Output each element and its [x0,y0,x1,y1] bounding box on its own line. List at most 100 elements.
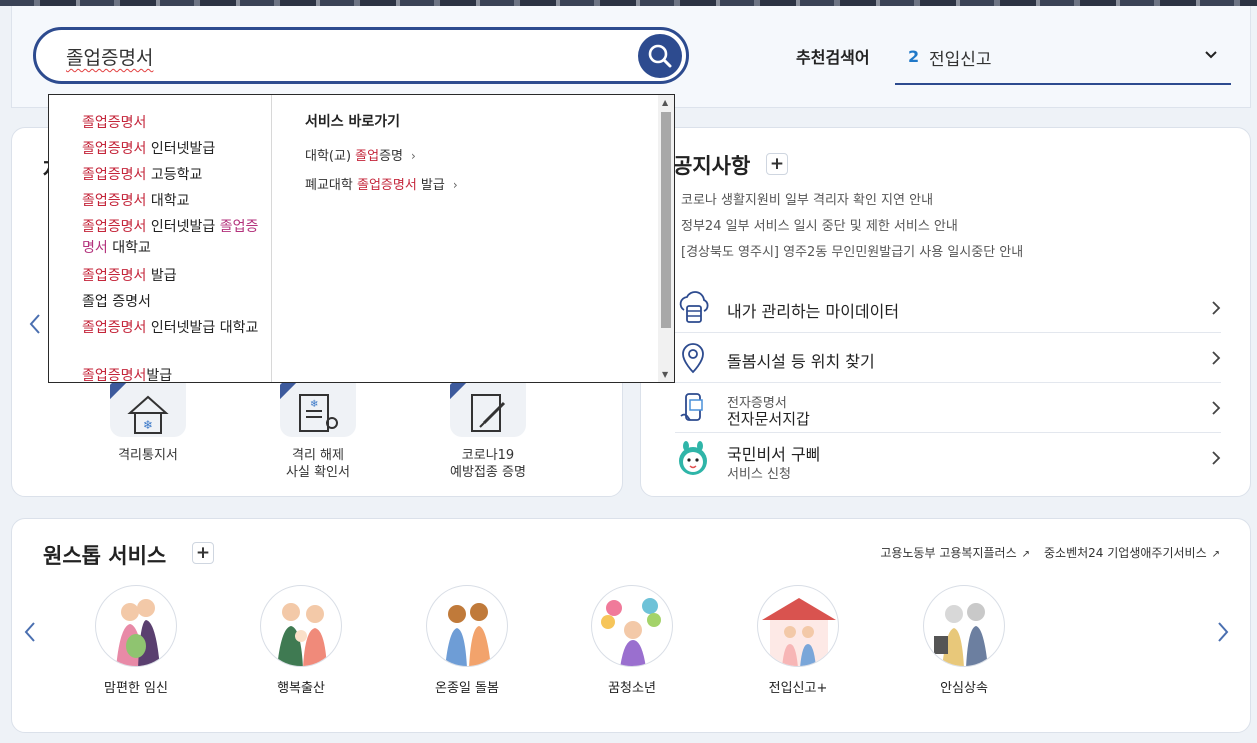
highlight-text: 졸업증명서 [82,193,147,209]
childbirth-illustration-icon [260,585,342,667]
chevron-right-icon [1212,351,1221,365]
onestop-item[interactable]: 안심상속 [894,585,1034,696]
recommend-term[interactable]: 전입신고 [929,45,992,70]
suggestion-item[interactable]: 졸업증명서 인터넷발급 졸업증명서 대학교 [82,217,267,259]
onestop-item[interactable]: 맘편한 임신 [66,585,206,696]
phone-document-icon [680,393,703,421]
suggestion-item[interactable]: 졸업증명서 대학교 [82,191,267,212]
external-link-label: 중소벤처24 기업생애주기서비스 [1044,546,1207,560]
chevron-right-icon: › [452,178,458,192]
cert-item[interactable]: ❄ 격리 해제 사실 확인서 [258,373,378,481]
notice-title: 공지사항 [673,154,751,178]
notice-card: 공지사항 + 코로나 생활지원비 일부 격리자 확인 지연 안내 정부24 일부… [640,127,1251,497]
cert-item[interactable]: ❄ 격리통지서 [88,373,208,464]
plain-text: 고등학교 [146,167,203,183]
service-shortcut-link[interactable]: 대학(교) 졸업증명 › [305,145,458,164]
location-pin-icon [682,343,704,374]
plain-text: 대학교 [107,240,151,256]
suggestion-item[interactable]: 졸업증명서 발급 [82,266,267,287]
onestop-item-label: 행복출산 [277,681,325,696]
service-shortcuts: 서비스 바로가기 대학(교) 졸업증명 › 폐교대학 졸업증명서 발급 › [305,111,458,203]
external-link[interactable]: 중소벤처24 기업생애주기서비스 ↗ [1044,544,1220,561]
search-button[interactable] [638,34,682,78]
external-link[interactable]: 고용노동부 고용복지플러스 ↗ [880,544,1030,561]
highlight-text: 졸업증명서 [82,141,147,157]
suggestion-item[interactable]: 졸업증명서 고등학교 [82,165,267,186]
chevron-down-icon[interactable] [1203,47,1219,63]
cert-label-line1: 코로나19 [461,448,515,463]
onestop-item[interactable]: 행복출산 [231,585,371,696]
onestop-item-label: 맘편한 임신 [104,681,168,696]
chevron-right-icon: › [411,149,416,163]
plain-text: 대학(교) [305,149,356,164]
highlight-text: 졸업증명서 [82,268,147,284]
carousel-prev-icon[interactable] [23,621,37,643]
suggestion-item[interactable]: 졸업증명서 인터넷발급 대학교 [82,318,267,339]
cert-item[interactable]: 코로나19 예방접종 증명 [428,373,548,481]
quick-service-title: 돌봄시설 등 위치 찾기 [727,352,875,371]
carousel-prev-icon[interactable] [28,313,42,335]
external-arrow-icon: ↗ [1211,549,1220,560]
suggestion-item[interactable]: 졸업 증명서 [82,292,267,313]
highlight-text: 졸업증명서 [82,115,147,131]
highlight-text: 졸업증명서 [82,219,147,235]
gubbi-mascot-icon [679,441,707,475]
svg-text:❄: ❄ [310,399,318,410]
chevron-right-icon [1212,451,1221,465]
notice-more-button[interactable]: + [766,153,788,175]
plain-text: 인터넷발급 [146,141,216,157]
suggestion-item[interactable]: 졸업증명서 [82,113,267,134]
onestop-item[interactable]: 전입신고+ [728,585,868,696]
quick-service-sub: 서비스 신청 [727,467,791,482]
search-box[interactable]: 졸업증명서 [33,27,689,84]
inheritance-illustration-icon [923,585,1005,667]
scrollbar-thumb[interactable] [661,112,671,328]
onestop-item-label: 온종일 돌봄 [435,681,499,696]
cert-label-line2: 사실 확인서 [286,465,350,480]
external-arrow-icon: ↗ [1021,549,1030,560]
suggestion-item[interactable]: 졸업증명서 인터넷발급 [82,139,267,160]
onestop-item-label: 꿈청소년 [608,681,656,696]
carousel-next-icon[interactable] [1216,621,1230,643]
quick-service-secretary[interactable]: 국민비서 구삐 서비스 신청 [675,433,1221,483]
dropdown-scrollbar[interactable]: ▲ ▼ [658,95,674,382]
quick-service-title: 국민비서 구삐 [727,445,821,464]
highlight-text: 졸업증명서 [82,368,147,383]
service-shortcut-link[interactable]: 폐교대학 졸업증명서 발급 › [305,174,458,193]
notice-item[interactable]: 정부24 일부 서비스 일시 중단 및 제한 서비스 안내 [681,214,1023,240]
onestop-more-button[interactable]: + [192,542,214,564]
onestop-item-label: 안심상속 [940,681,988,696]
recommend-dropdown[interactable]: 2 전입신고 [895,33,1231,85]
quick-service-title: 내가 관리하는 마이데이터 [727,302,900,321]
scroll-up-icon[interactable]: ▲ [662,98,668,107]
childcare-illustration-icon [426,585,508,667]
highlight-text: 졸업증명서 [82,320,147,336]
onestop-item[interactable]: 꿈청소년 [562,585,702,696]
cert-label-line1: 격리 해제 [292,448,344,463]
quick-service-title: 전자문서지갑 [727,410,810,428]
chevron-right-icon [1212,401,1221,415]
pregnancy-illustration-icon [95,585,177,667]
search-icon [648,44,672,68]
notice-item[interactable]: [경상북도 영주시] 영주2동 무인민원발급기 사용 일시중단 안내 [681,240,1023,266]
plain-text: 졸업 증명서 [82,294,151,310]
external-link-label: 고용노동부 고용복지플러스 [880,546,1017,560]
cloud-database-icon [679,291,709,323]
onestop-item[interactable]: 온종일 돌봄 [397,585,537,696]
quick-service-location[interactable]: 돌봄시설 등 위치 찾기 [675,333,1221,383]
plus-icon: + [769,154,785,174]
search-input[interactable]: 졸업증명서 [66,43,153,70]
highlight-text: 졸업 [355,149,380,164]
service-shortcut-label: 대학(교) 졸업증명 [305,149,403,164]
suggestion-list: 졸업증명서 졸업증명서 인터넷발급 졸업증명서 고등학교 졸업증명서 대학교 졸… [49,95,272,382]
suggestion-item[interactable]: 졸업증명서발급 [82,366,267,383]
notice-item[interactable]: 코로나 생활지원비 일부 격리자 확인 지연 안내 [681,188,1023,214]
service-shortcuts-title: 서비스 바로가기 [305,114,401,130]
plain-text: 폐교대학 [305,178,357,193]
quick-service-mydata[interactable]: 내가 관리하는 마이데이터 [675,283,1221,333]
scroll-down-icon[interactable]: ▼ [662,370,668,379]
svg-text:❄: ❄ [143,418,153,432]
onestop-card: 원스톱 서비스 + 고용노동부 고용복지플러스 ↗ 중소벤처24 기업생애주기서비… [11,518,1251,733]
plain-text: 발급 [416,178,445,193]
quick-service-wallet[interactable]: 전자증명서 전자문서지갑 [675,383,1221,433]
